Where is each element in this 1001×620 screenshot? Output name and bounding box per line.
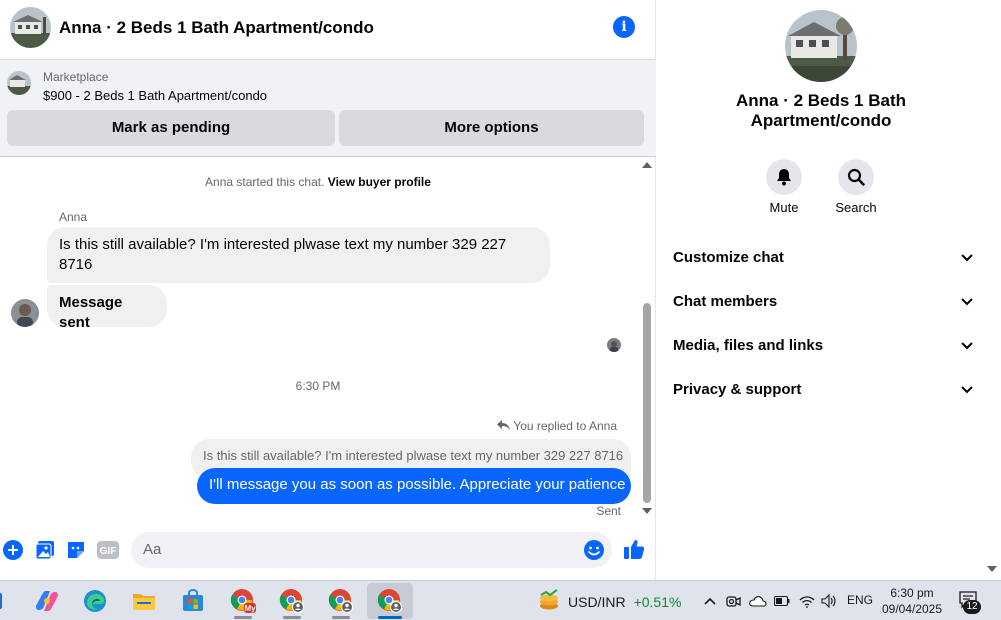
- chat-avatar[interactable]: [10, 7, 51, 48]
- section-label: Customize chat: [673, 248, 784, 266]
- currency-chart-icon: [538, 589, 560, 614]
- chat-header: Anna · 2 Beds 1 Bath Apartment/condo i: [0, 0, 656, 60]
- scroll-up-arrow[interactable]: [642, 162, 652, 168]
- task-view-icon[interactable]: [0, 583, 12, 619]
- gif-label: GIF: [100, 546, 117, 557]
- notification-count-badge: 12: [963, 600, 981, 614]
- gif-icon[interactable]: GIF: [97, 540, 119, 560]
- search-label: Search: [835, 200, 877, 215]
- like-icon[interactable]: [623, 538, 645, 560]
- chat-info-panel: Anna · 2 Beds 1 Bath Apartment/condo Mut…: [657, 0, 1001, 580]
- message-input[interactable]: Aa: [131, 532, 612, 568]
- message-scrollbar[interactable]: [640, 158, 654, 520]
- mark-as-pending-button[interactable]: Mark as pending: [7, 110, 335, 146]
- sticker-icon[interactable]: [66, 540, 86, 560]
- store-icon[interactable]: [170, 583, 216, 619]
- incoming-message[interactable]: Message sent: [47, 285, 167, 331]
- chat-panel: Anna · 2 Beds 1 Bath Apartment/condo i M…: [0, 0, 656, 580]
- listing-title[interactable]: $900 - 2 Beds 1 Bath Apartment/condo: [43, 88, 267, 103]
- message-composer: GIF Aa: [0, 528, 656, 572]
- chevron-down-icon: [961, 381, 973, 398]
- marketplace-bar: Marketplace $900 - 2 Beds 1 Bath Apartme…: [0, 60, 656, 157]
- chevron-down-icon: [961, 249, 973, 266]
- photo-icon[interactable]: [35, 540, 55, 560]
- section-privacy-support[interactable]: Privacy & support: [673, 369, 973, 409]
- file-explorer-icon[interactable]: [121, 583, 167, 619]
- section-chat-members[interactable]: Chat members: [673, 281, 973, 321]
- app-root: Anna · 2 Beds 1 Bath Apartment/condo i M…: [0, 0, 1001, 620]
- chat-title[interactable]: Anna · 2 Beds 1 Bath Apartment/condo: [59, 18, 374, 38]
- scroll-down-arrow[interactable]: [642, 508, 652, 514]
- message-timestamp: 6:30 PM: [295, 379, 341, 393]
- outgoing-message[interactable]: I'll message you as soon as possible. Ap…: [197, 468, 631, 504]
- reply-icon: [497, 419, 511, 434]
- more-options-button[interactable]: More options: [339, 110, 644, 146]
- sender-avatar[interactable]: [11, 299, 39, 327]
- profile-avatar[interactable]: [785, 10, 857, 82]
- mute-button[interactable]: Mute: [754, 159, 814, 215]
- chevron-down-icon: [961, 293, 973, 310]
- chrome-icon[interactable]: [269, 583, 315, 619]
- chrome-icon[interactable]: My: [220, 583, 266, 619]
- chevron-up-icon[interactable]: [702, 593, 718, 609]
- seen-indicator-avatar: [607, 338, 621, 352]
- info-icon[interactable]: i: [613, 16, 635, 38]
- chat-start-notice: Anna started this chat. View buyer profi…: [0, 175, 636, 189]
- mute-label: Mute: [769, 200, 799, 215]
- bell-icon[interactable]: [766, 159, 802, 195]
- marketplace-label: Marketplace: [43, 70, 109, 84]
- panel-scroll-down-arrow[interactable]: [987, 566, 997, 572]
- sender-name: Anna: [59, 210, 88, 224]
- incoming-message[interactable]: Is this still available? I'm interested …: [47, 227, 550, 283]
- edge-icon[interactable]: [72, 583, 118, 619]
- reply-indicator: You replied to Anna: [497, 419, 617, 434]
- svg-text:My: My: [244, 604, 256, 613]
- currency-symbol: USD/INR: [568, 593, 626, 610]
- currency-widget[interactable]: USD/INR +0.51%: [538, 589, 681, 614]
- chrome-icon[interactable]: [318, 583, 364, 619]
- message-list: Anna started this chat. View buyer profi…: [0, 158, 640, 520]
- listing-thumbnail[interactable]: [7, 71, 31, 95]
- section-label: Privacy & support: [673, 380, 802, 398]
- volume-icon[interactable]: [820, 593, 838, 609]
- copilot-icon[interactable]: [24, 583, 70, 619]
- clock-date: 09/04/2025: [881, 602, 943, 616]
- wifi-icon[interactable]: [798, 593, 816, 609]
- section-label: Media, files and links: [673, 336, 824, 354]
- section-media-files-links[interactable]: Media, files and links: [673, 325, 973, 365]
- system-clock[interactable]: 6:30 pm 09/04/2025: [872, 585, 952, 617]
- meet-now-icon[interactable]: [725, 593, 743, 609]
- section-label: Chat members: [673, 292, 778, 310]
- search-button[interactable]: Search: [826, 159, 886, 215]
- cloud-icon[interactable]: [748, 593, 768, 609]
- windows-taskbar: My USD/INR +0.51% ENG 6:30 pm 09/04/2025…: [0, 580, 1001, 620]
- reply-indicator-text: You replied to Anna: [513, 419, 617, 433]
- search-icon[interactable]: [838, 159, 874, 195]
- section-customize-chat[interactable]: Customize chat: [673, 237, 973, 277]
- scroll-thumb[interactable]: [643, 303, 651, 503]
- chrome-icon[interactable]: [367, 583, 413, 619]
- emoji-icon[interactable]: [583, 539, 605, 561]
- chevron-down-icon: [961, 337, 973, 354]
- language-indicator[interactable]: ENG: [847, 593, 873, 607]
- currency-change: +0.51%: [633, 593, 682, 610]
- chat-start-text: Anna started this chat.: [205, 175, 325, 189]
- plus-icon[interactable]: [3, 540, 23, 560]
- profile-title: Anna · 2 Beds 1 Bath Apartment/condo: [735, 91, 907, 130]
- battery-icon[interactable]: [773, 593, 791, 609]
- clock-time: 6:30 pm: [890, 586, 934, 600]
- view-buyer-profile-link[interactable]: View buyer profile: [328, 175, 431, 189]
- message-status: Sent: [596, 504, 621, 518]
